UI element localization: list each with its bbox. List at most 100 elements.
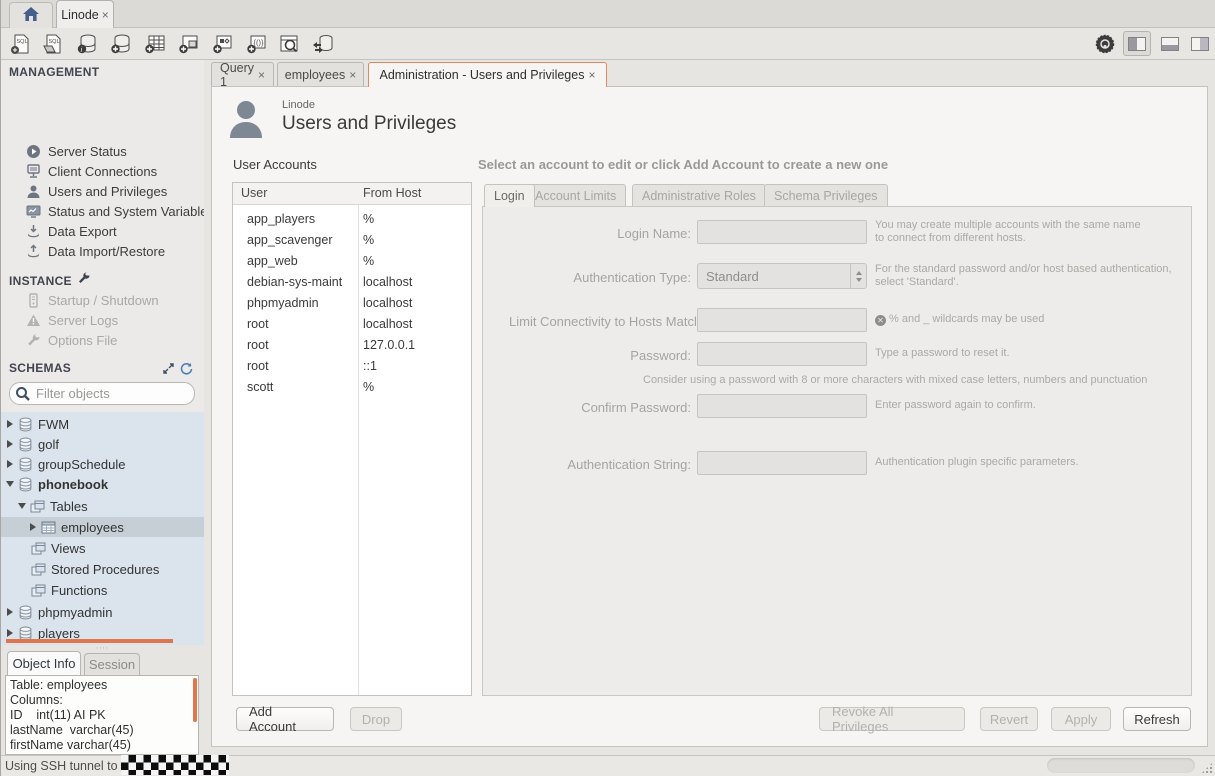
expander-icon[interactable] xyxy=(28,523,38,531)
home-icon xyxy=(22,6,40,25)
tab-administrative-roles[interactable]: Administrative Roles xyxy=(632,184,766,207)
drop-button[interactable]: Drop xyxy=(350,707,402,731)
connection-tab[interactable]: Linode × xyxy=(56,0,114,28)
sidebar-item-options-file[interactable]: Options File xyxy=(1,330,204,350)
sidebar-item-label: Server Logs xyxy=(48,313,118,328)
auth-string-input[interactable] xyxy=(697,451,867,475)
limit-hosts-input[interactable] xyxy=(697,308,867,332)
tab-object-info[interactable]: Object Info xyxy=(7,651,81,675)
create-procedure-icon[interactable] xyxy=(209,31,237,57)
sidebar-item-data-export[interactable]: Data Export xyxy=(1,221,204,241)
toggle-secondary-sidebar-button[interactable] xyxy=(1186,31,1214,56)
sidebar-item-server-logs[interactable]: Server Logs xyxy=(1,310,204,330)
col-header-from-host[interactable]: From Host xyxy=(363,186,421,200)
toggle-output-area-button[interactable] xyxy=(1156,31,1184,56)
schema-group-tables[interactable]: Tables xyxy=(1,496,204,516)
expander-icon[interactable] xyxy=(5,629,15,637)
close-icon[interactable]: × xyxy=(349,68,356,82)
close-icon[interactable]: × xyxy=(102,8,109,22)
tab-schema-privileges[interactable]: Schema Privileges xyxy=(764,184,888,207)
reconnect-dbms-icon[interactable] xyxy=(309,31,337,57)
password-input[interactable] xyxy=(697,342,867,366)
refresh-button[interactable]: Refresh xyxy=(1123,707,1191,731)
inspect-schema-icon[interactable]: i xyxy=(73,31,101,57)
table-row[interactable]: app_scavenger% xyxy=(233,230,471,251)
login-name-hint: You may create multiple accounts with th… xyxy=(875,219,1141,245)
open-sql-script-icon[interactable]: SQL xyxy=(39,31,67,57)
expand-schemas-icon[interactable] xyxy=(162,362,175,378)
create-function-icon[interactable]: {()} xyxy=(243,31,271,57)
svg-text:SQL: SQL xyxy=(17,39,28,45)
revoke-all-privileges-button[interactable]: Revoke All Privileges xyxy=(819,707,965,731)
apply-button[interactable]: Apply xyxy=(1051,707,1111,731)
create-table-icon[interactable] xyxy=(141,31,169,57)
schema-group-functions[interactable]: Functions xyxy=(1,580,204,600)
scrollbar-thumb[interactable] xyxy=(193,678,197,722)
schema-item-phonebook[interactable]: phonebook xyxy=(1,474,204,494)
expander-icon[interactable] xyxy=(5,608,15,616)
sidebar-item-startup-shutdown[interactable]: Startup / Shutdown xyxy=(1,290,204,310)
new-sql-tab-icon[interactable]: SQL xyxy=(7,31,35,57)
resize-grip[interactable] xyxy=(1201,762,1213,774)
tab-label: Query 1 xyxy=(220,61,254,89)
expander-icon[interactable] xyxy=(5,420,15,428)
schema-item-phpmyadmin[interactable]: phpmyadmin xyxy=(1,602,204,622)
sidebar-item-label: Data Import/Restore xyxy=(48,244,165,259)
col-header-user[interactable]: User xyxy=(241,186,267,200)
search-table-data-icon[interactable] xyxy=(275,31,303,57)
revert-button[interactable]: Revert xyxy=(980,707,1038,731)
toggle-sidebar-button[interactable] xyxy=(1123,31,1151,56)
sidebar-item-server-status[interactable]: Server Status xyxy=(1,141,204,161)
schema-item-employees[interactable]: employees xyxy=(1,517,204,537)
tab-employees[interactable]: employees × xyxy=(277,62,364,86)
splitter-handle[interactable]: ∙∙∙∙ xyxy=(96,646,110,649)
close-icon[interactable]: × xyxy=(258,68,265,82)
tab-query-1[interactable]: Query 1 × xyxy=(211,62,274,86)
table-row[interactable]: app_players% xyxy=(233,209,471,230)
expander-icon[interactable] xyxy=(5,440,15,448)
schema-item-groupschedule[interactable]: groupSchedule xyxy=(1,454,204,474)
expander-icon[interactable] xyxy=(5,460,15,468)
schema-item-golf[interactable]: golf xyxy=(1,434,204,454)
add-account-button[interactable]: Add Account xyxy=(236,707,334,731)
schema-group-stored-procedures[interactable]: Stored Procedures xyxy=(1,559,204,579)
schema-label: employees xyxy=(61,520,124,535)
auth-type-select[interactable]: Standard xyxy=(697,263,867,289)
database-icon xyxy=(17,477,33,492)
login-name-input[interactable] xyxy=(697,220,867,244)
confirm-password-label: Confirm Password: xyxy=(483,400,691,415)
create-view-icon[interactable] xyxy=(175,31,203,57)
sidebar-item-label: Options File xyxy=(48,333,117,348)
table-row[interactable]: root127.0.0.1 xyxy=(233,335,471,356)
wrench-icon xyxy=(77,272,91,289)
expander-icon[interactable] xyxy=(5,481,15,487)
schema-item-fwm[interactable]: FWM xyxy=(1,414,204,434)
table-row[interactable]: root::1 xyxy=(233,356,471,377)
tab-login[interactable]: Login xyxy=(484,184,535,207)
table-row[interactable]: scott% xyxy=(233,377,471,398)
spinner-arrows-icon[interactable] xyxy=(850,264,866,288)
table-row[interactable]: rootlocalhost xyxy=(233,314,471,335)
close-icon[interactable]: × xyxy=(588,68,595,82)
confirm-password-input[interactable] xyxy=(697,394,867,418)
table-row[interactable]: app_web% xyxy=(233,251,471,272)
create-schema-icon[interactable] xyxy=(107,31,135,57)
home-tab[interactable] xyxy=(9,2,53,28)
schema-group-views[interactable]: Views xyxy=(1,538,204,558)
login-form-panel: Login Name: You may create multiple acco… xyxy=(482,206,1192,696)
schema-filter-input[interactable] xyxy=(36,384,188,403)
refresh-schemas-icon[interactable] xyxy=(180,362,193,378)
sidebar-item-data-import[interactable]: Data Import/Restore xyxy=(1,241,204,261)
sidebar-item-client-connections[interactable]: Client Connections xyxy=(1,161,204,181)
tab-session[interactable]: Session xyxy=(84,653,140,675)
sidebar-item-users-and-privileges[interactable]: Users and Privileges xyxy=(1,181,204,201)
expander-icon[interactable] xyxy=(17,503,27,509)
sidebar-item-status-system-variables[interactable]: Status and System Variables xyxy=(1,201,204,221)
mysql-workbench-window: Linode × SQL SQL i {()} xyxy=(0,0,1215,776)
table-row[interactable]: phpmyadminlocalhost xyxy=(233,293,471,314)
tab-administration-users-privileges[interactable]: Administration - Users and Privileges × xyxy=(368,62,607,87)
table-row[interactable]: debian-sys-maintlocalhost xyxy=(233,272,471,293)
sidebar-splitter-highlight[interactable] xyxy=(6,639,173,643)
tab-account-limits[interactable]: Account Limits xyxy=(525,184,626,207)
sidebar-item-label: Startup / Shutdown xyxy=(48,293,159,308)
